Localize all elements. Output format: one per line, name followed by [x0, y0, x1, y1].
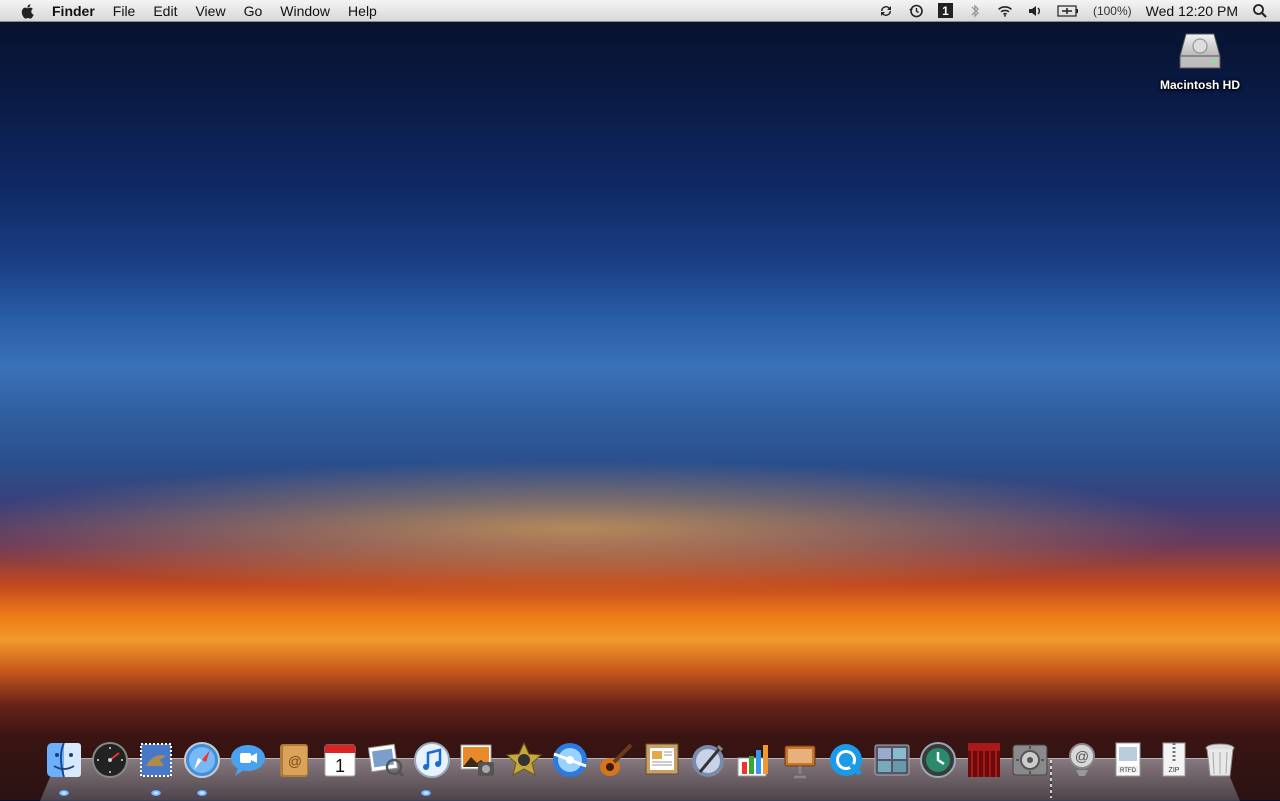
hard-drive-icon	[1178, 30, 1222, 72]
finder-icon[interactable]	[44, 740, 84, 780]
drive-label: Macintosh HD	[1159, 78, 1240, 92]
running-indicator-itunes	[421, 790, 431, 796]
ical-icon[interactable]: 1	[320, 740, 360, 780]
svg-text:@: @	[1075, 748, 1089, 764]
menu-window[interactable]: Window	[280, 3, 330, 19]
status-area: 1 (100%) Wed 12:20 PM	[878, 0, 1268, 21]
ical-date: 1	[335, 756, 345, 776]
idvd-icon[interactable]	[550, 740, 590, 780]
address-book-icon[interactable]: @	[274, 740, 314, 780]
ichat-icon[interactable]	[228, 740, 268, 780]
keynote-icon[interactable]	[780, 740, 820, 780]
safari-icon[interactable]	[182, 740, 222, 780]
dock: @ 1 @ RTFD ZIP	[44, 740, 1244, 796]
iphoto-icon[interactable]	[458, 740, 498, 780]
macintosh-hd[interactable]: Macintosh HD	[1154, 30, 1246, 92]
time-machine-icon[interactable]	[908, 3, 924, 19]
running-indicator-mail	[151, 790, 161, 796]
svg-text:@: @	[288, 753, 302, 769]
menu-go[interactable]: Go	[244, 3, 263, 19]
running-indicator-finder	[59, 790, 69, 796]
rtfd-label: RTFD	[1120, 768, 1137, 774]
script-editor-icon[interactable]	[688, 740, 728, 780]
spaces-indicator[interactable]: 1	[937, 3, 953, 18]
rtfd-document-icon[interactable]: RTFD	[1108, 740, 1148, 780]
itunes-icon[interactable]	[412, 740, 452, 780]
spaces-number: 1	[942, 3, 949, 18]
imovie-icon[interactable]	[504, 740, 544, 780]
running-indicator-safari	[197, 790, 207, 796]
garageband-icon[interactable]	[596, 740, 636, 780]
wifi-icon[interactable]	[997, 3, 1013, 19]
preview-icon[interactable]	[366, 740, 406, 780]
volume-icon[interactable]	[1027, 3, 1043, 19]
numbers-icon[interactable]	[734, 740, 774, 780]
trash-icon[interactable]	[1200, 740, 1240, 780]
zip-archive-icon[interactable]: ZIP	[1154, 740, 1194, 780]
mail-icon[interactable]	[136, 740, 176, 780]
spotlight-icon[interactable]	[1252, 3, 1268, 19]
menu-finder[interactable]: Finder	[52, 3, 95, 19]
apple-icon[interactable]	[20, 3, 36, 19]
downloads-stack-icon[interactable]: @	[1062, 740, 1102, 780]
menu-edit[interactable]: Edit	[153, 3, 177, 19]
quicktime-icon[interactable]	[826, 740, 866, 780]
clock[interactable]: Wed 12:20 PM	[1146, 3, 1238, 19]
menu-bar: Finder File Edit View Go Window Help 1 (…	[0, 0, 1280, 22]
menu-view[interactable]: View	[195, 3, 225, 19]
iweb-icon[interactable]	[642, 740, 682, 780]
front-row-icon[interactable]	[964, 740, 1004, 780]
menu-help[interactable]: Help	[348, 3, 377, 19]
dashboard-icon[interactable]	[90, 740, 130, 780]
system-preferences-icon[interactable]	[1010, 740, 1050, 780]
zip-label: ZIP	[1169, 767, 1180, 774]
sync-icon[interactable]	[878, 3, 894, 19]
menu-file[interactable]: File	[113, 3, 136, 19]
battery-percentage: (100%)	[1092, 3, 1132, 18]
spaces-icon[interactable]	[872, 740, 912, 780]
bluetooth-icon[interactable]	[967, 3, 983, 19]
time-machine-app-icon[interactable]	[918, 740, 958, 780]
battery-icon[interactable]	[1057, 3, 1079, 19]
